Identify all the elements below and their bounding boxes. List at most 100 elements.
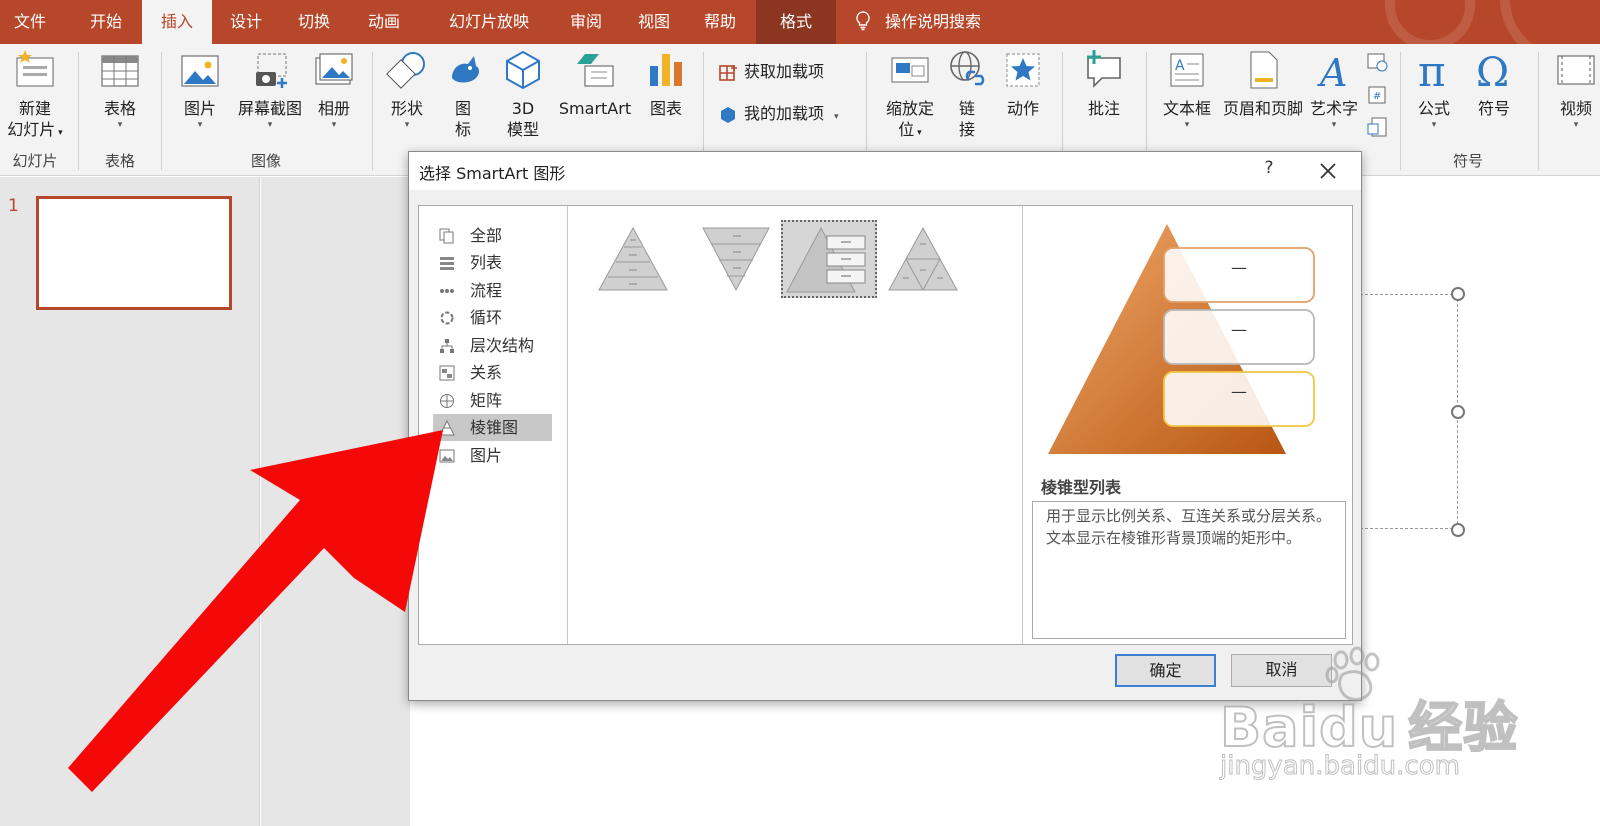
chart-icon [650,54,682,86]
category-label: 循环 [470,308,503,327]
category-label: 全部 [470,226,503,245]
layout-inverted-pyramid[interactable] [689,220,785,298]
process-icon [440,289,454,293]
chevron-down-icon: ▾ [331,120,337,130]
symbol-button[interactable]: Ω 符号 [1466,48,1522,119]
comment-button[interactable]: 批注 [1074,48,1134,119]
link-button[interactable]: 链 接 [942,48,992,140]
album-button[interactable]: 相册 ▾ [306,48,362,131]
tab-insert[interactable]: 插入 [142,0,212,44]
tell-me-search[interactable]: 操作说明搜索 [855,0,981,44]
table-button[interactable]: 表格 ▾ [88,48,152,131]
date-time-icon[interactable] [1366,50,1388,72]
ok-button[interactable]: 确定 [1115,654,1216,687]
group-separator [372,52,373,170]
basic-pyramid-thumbnail [598,226,668,291]
category-pyramid[interactable]: 棱锥图 [433,414,552,441]
cube-icon [506,50,540,90]
slide-thumbnail[interactable] [36,196,232,310]
category-all[interactable]: 全部 [433,222,552,249]
equation-label: 公式 [1417,99,1450,118]
chart-button[interactable]: 图表 [640,48,692,119]
category-label: 棱锥图 [470,418,519,437]
resize-handle[interactable] [1451,287,1465,301]
powerpoint-window: { "tabs": [ {"label": "文件"}, {"label": "… [0,0,1600,826]
wordart-icon: A [1317,51,1347,92]
smartart-button[interactable]: SmartArt [552,48,638,119]
category-relationship[interactable]: 关系 [433,359,552,386]
preview-title: 棱锥型列表 [1041,478,1122,497]
3d-model-button[interactable]: 3D 模型 [496,48,550,140]
chevron-down-icon: ▾ [404,120,410,130]
slide-number: 1 [8,196,19,216]
screenshot-icon [256,53,287,88]
tab-help[interactable]: 帮助 [690,0,750,44]
slide-number-icon[interactable]: # [1366,84,1388,106]
album-label: 相册 [317,99,350,118]
action-button[interactable]: 动作 [996,48,1050,119]
icons-insert-icon [452,56,479,83]
svg-text:π: π [1418,48,1446,92]
tab-slideshow[interactable]: 幻灯片放映 [428,0,550,44]
textbox-button[interactable]: A 文本框 ▾ [1154,48,1220,131]
group-label-images: 图像 [250,152,281,170]
screenshot-button[interactable]: 屏幕截图 ▾ [230,48,310,131]
svg-text:#: # [1373,91,1381,102]
icons-button[interactable]: 图 标 [442,48,484,140]
tab-animations[interactable]: 动画 [352,0,416,44]
inverted-pyramid-thumbnail [702,227,770,292]
3d-model-label-line1: 3D [511,99,535,118]
header-footer-button[interactable]: 页眉和页脚 [1218,48,1308,119]
tab-transitions[interactable]: 切换 [282,0,346,44]
layout-basic-pyramid[interactable] [587,220,683,298]
chevron-down-icon: ▾ [197,120,203,130]
resize-handle[interactable] [1451,405,1465,419]
action-star-icon [1006,53,1040,87]
tab-view[interactable]: 视图 [624,0,684,44]
resize-handle[interactable] [1451,523,1465,537]
category-label: 图片 [470,446,503,465]
category-list-type[interactable]: 列表 [433,249,552,276]
dialog-body: 全部 列表 流程 循环 层次结构 关系 矩阵 棱锥图 图片 — — — 棱锥型列… [418,205,1353,645]
my-addins-button[interactable]: 我的加载项 ▾ [718,102,839,126]
layout-preview: — — — 棱锥型列表 用于显示比例关系、互连关系或分层关系。文本显示在棱锥形背… [1024,206,1353,644]
close-icon[interactable] [1314,157,1342,185]
category-cycle[interactable]: 循环 [433,304,552,331]
new-slide-button[interactable]: 新建 幻灯片 ▾ [2,48,68,144]
picture-label: 图片 [183,99,216,118]
header-footer-icon [1250,51,1278,89]
picture-icon [181,55,219,87]
layout-segmented-pyramid[interactable] [875,220,971,298]
background-decoration [1385,0,1475,44]
category-label: 流程 [470,281,503,300]
video-button[interactable]: 视频 ▾ [1548,48,1600,131]
picture-button[interactable]: 图片 ▾ [170,48,230,131]
help-button[interactable]: ? [1257,158,1281,178]
tab-format[interactable]: 格式 [756,0,836,44]
tab-design[interactable]: 设计 [214,0,278,44]
tab-home[interactable]: 开始 [74,0,138,44]
header-footer-label: 页眉和页脚 [1222,99,1303,118]
object-icon[interactable] [1366,116,1388,138]
wordart-button[interactable]: A 艺术字 ▾ [1306,48,1362,131]
category-label: 矩阵 [470,391,503,410]
layout-pyramid-list[interactable] [781,220,877,298]
shapes-button[interactable]: 形状 ▾ [380,48,434,131]
category-process[interactable]: 流程 [433,277,552,304]
category-matrix[interactable]: 矩阵 [433,387,552,414]
category-picture[interactable]: 图片 [433,442,552,469]
dialog-titlebar[interactable]: 选择 SmartArt 图形 ? [409,152,1361,190]
photo-album-icon [315,53,353,85]
svg-text:Ω: Ω [1476,50,1509,92]
tab-file[interactable]: 文件 [0,0,60,44]
equation-button[interactable]: π 公式 ▾ [1406,48,1462,131]
category-hierarchy[interactable]: 层次结构 [433,332,552,359]
cancel-button[interactable]: 取消 [1231,654,1332,687]
get-addins-button[interactable]: 获取加载项 [718,60,824,84]
new-slide-label-line2: 幻灯片 [7,120,56,139]
tab-review[interactable]: 审阅 [556,0,616,44]
background-decoration [1500,0,1600,44]
zoom-label-line2: 位 [898,120,915,139]
smartart-dialog: 选择 SmartArt 图形 ? 全部 列表 流程 循环 层次结构 关系 矩阵 … [408,151,1362,701]
zoom-button[interactable]: 缩放定 位 ▾ [876,48,944,144]
